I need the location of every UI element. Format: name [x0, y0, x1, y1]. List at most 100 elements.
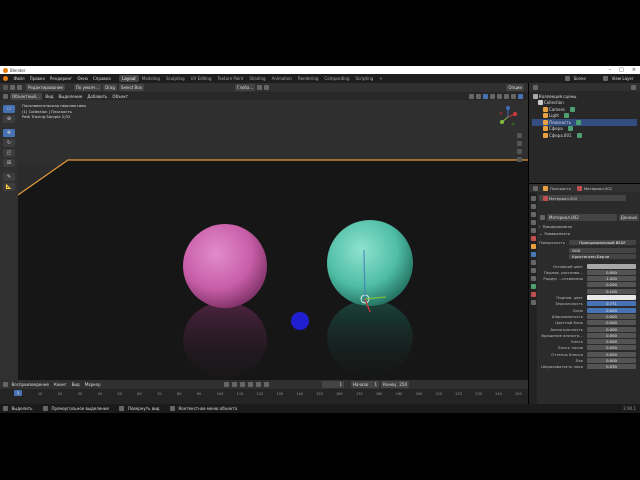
cursor-tool-icon[interactable]: ⊕ [3, 115, 15, 123]
keying-menu[interactable]: Кеинг [54, 382, 67, 387]
view-layer-tab-icon[interactable] [530, 220, 536, 225]
snap-icon[interactable] [257, 85, 263, 90]
surface-panel-header[interactable]: Поверхность [544, 231, 570, 236]
clearcoat-roughness-field[interactable]: 0.030 [587, 364, 636, 370]
minimize-button[interactable]: – [609, 67, 612, 73]
tab-shading[interactable]: Shading [246, 75, 268, 82]
add-workspace-button[interactable]: + [376, 75, 385, 82]
specular-field[interactable]: 0.000 [587, 307, 636, 313]
current-frame-field[interactable]: 1 [322, 381, 345, 388]
scene-selector[interactable]: Scene [574, 76, 600, 81]
scene-tab-icon[interactable] [530, 228, 536, 233]
object-tab-icon[interactable] [530, 244, 536, 249]
menu-object[interactable]: Объект [112, 94, 128, 99]
transform-tool-icon[interactable]: ⊞ [3, 159, 15, 167]
shading-wireframe-icon[interactable] [497, 93, 502, 99]
menu-edit[interactable]: Правка [30, 76, 45, 81]
tab-modeling[interactable]: Modeling [139, 75, 163, 82]
tab-uv-editing[interactable]: UV Editing [188, 75, 215, 82]
select-box-dropdown[interactable]: Select Box [118, 84, 144, 91]
pan-icon[interactable] [517, 141, 522, 146]
timeline-editor-icon[interactable] [3, 382, 8, 387]
outliner-filter-icon[interactable] [631, 84, 636, 90]
measure-tool-icon[interactable]: 📐 [3, 183, 15, 191]
play-icon[interactable] [248, 382, 254, 387]
menu-add[interactable]: Добавить [87, 94, 107, 99]
menu-view[interactable]: Вид [45, 94, 53, 99]
material-slot-list[interactable]: Материал.002 [539, 195, 626, 201]
specular-tint-field[interactable]: 0.000 [587, 313, 636, 319]
tab-layout[interactable]: Layout [119, 75, 139, 82]
menu-select[interactable]: Выделение [58, 94, 82, 99]
prev-keyframe-icon[interactable] [232, 382, 238, 387]
select-tool-icon[interactable] [3, 85, 8, 90]
preview-panel-header[interactable]: Предпросмотр [543, 224, 572, 229]
tab-sculpting[interactable]: Sculpting [163, 75, 188, 82]
material-name-field[interactable]: Материал.002 [547, 214, 617, 221]
gizmo-icon[interactable] [476, 93, 481, 99]
clearcoat-tint-field[interactable]: 0.000 [587, 351, 636, 357]
extend-mode-icon[interactable] [17, 85, 22, 90]
perspective-toggle-icon[interactable] [517, 157, 522, 162]
shading-material-icon[interactable] [511, 93, 516, 99]
tool-tab-icon[interactable] [530, 196, 536, 201]
jump-end-icon[interactable] [264, 382, 270, 387]
move-tool-icon[interactable]: ✥ [3, 129, 15, 137]
render-tab-icon[interactable] [530, 204, 536, 209]
marker-menu[interactable]: Маркер [85, 382, 101, 387]
tab-scripting[interactable]: Scripting [353, 75, 377, 82]
menu-window[interactable]: Окно [77, 76, 88, 81]
tab-compositing[interactable]: Compositing [321, 75, 352, 82]
particles-tab-icon[interactable] [530, 260, 536, 265]
transform-pivot-dropdown[interactable]: Глоба... [234, 84, 256, 91]
menu-help[interactable]: Справка [93, 76, 111, 81]
sheen-tint-field[interactable]: 0.500 [587, 345, 636, 351]
next-keyframe-icon[interactable] [256, 382, 262, 387]
subsurface-field[interactable]: 0.000 [587, 269, 636, 275]
view-menu[interactable]: Вид [72, 382, 80, 387]
surface-shader-dropdown[interactable]: Принципиальный BSDF [569, 239, 636, 245]
xray-icon[interactable] [490, 93, 495, 99]
tab-animation[interactable]: Animation [269, 75, 295, 82]
material-browse-icon[interactable] [540, 215, 545, 220]
camera-view-icon[interactable] [517, 149, 522, 154]
rotate-tool-icon[interactable]: ↻ [3, 139, 15, 147]
playback-menu[interactable]: Воспроизведение [12, 382, 49, 387]
anisotropic-rotation-field[interactable]: 0.000 [587, 332, 636, 338]
shading-solid-icon[interactable] [504, 93, 509, 99]
constraints-tab-icon[interactable] [530, 276, 536, 281]
modifier-tab-icon[interactable] [530, 252, 536, 257]
editor-type-icon[interactable] [3, 93, 8, 99]
overlay-icon[interactable] [483, 93, 488, 99]
mode-dropdown[interactable]: Редактирование [26, 84, 65, 91]
timeline-ruler[interactable]: 1 0 10 20 30 40 50 60 70 80 90 100 110 120 130 140 150 1… [0, 389, 528, 404]
outliner-editor-icon[interactable] [533, 84, 538, 90]
pink-sphere[interactable] [183, 224, 267, 308]
menu-file[interactable]: Файл [14, 76, 25, 81]
start-frame-field[interactable]: Начало 1 [351, 381, 380, 388]
subsurface-radius-z-field[interactable]: 0.100 [587, 288, 636, 294]
tab-texture-paint[interactable]: Texture Paint [215, 75, 247, 82]
data-tab-icon[interactable] [530, 284, 536, 289]
scale-tool-icon[interactable]: ◰ [3, 149, 15, 157]
drag-dropdown[interactable]: Drag [103, 84, 117, 91]
orientation-dropdown[interactable]: По умолч... [73, 84, 102, 91]
anisotropic-field[interactable]: 0.000 [587, 326, 636, 332]
properties-editor-icon[interactable] [533, 185, 538, 191]
sheen-field[interactable]: 0.000 [587, 339, 636, 345]
annotate-tool-icon[interactable]: ✎ [3, 173, 15, 181]
visibility-icon[interactable] [469, 93, 474, 99]
end-frame-field[interactable]: Конец 250 [381, 381, 410, 388]
blender-menu-icon[interactable] [3, 76, 8, 81]
material-data-dropdown[interactable]: Данные [618, 214, 639, 221]
move-mode-icon[interactable] [10, 85, 15, 90]
subsurface-method-dropdown[interactable]: Кристенсен-Берли [569, 254, 636, 260]
zoom-icon[interactable] [517, 133, 522, 138]
shading-rendered-icon[interactable] [518, 93, 523, 99]
tab-rendering[interactable]: Rendering [295, 75, 321, 82]
close-button[interactable]: × [632, 67, 636, 73]
roughness-field[interactable]: 0.000 [587, 320, 636, 326]
texture-tab-icon[interactable] [530, 300, 536, 305]
clearcoat-field[interactable]: 0.000 [587, 357, 636, 363]
output-tab-icon[interactable] [530, 212, 536, 217]
